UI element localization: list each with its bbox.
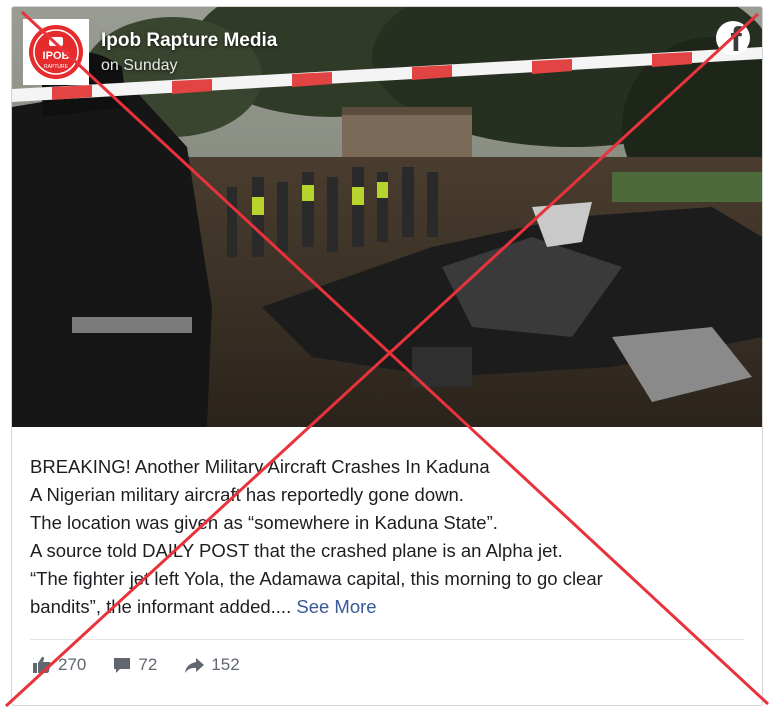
post-line: A Nigerian military aircraft has reporte… — [30, 484, 464, 505]
see-more-link[interactable]: See More — [296, 596, 376, 617]
post-line: The location was given as “somewhere in … — [30, 512, 498, 533]
shares-count-label: 152 — [211, 655, 240, 674]
shares-count[interactable]: 152 — [183, 655, 240, 675]
share-arrow-icon — [185, 658, 205, 673]
page-avatar[interactable]: IPOB RAPTURE — [23, 19, 89, 85]
comments-count-label: 72 — [138, 655, 158, 674]
post-line: bandits”, the informant added.... — [30, 596, 292, 617]
post-line-last: bandits”, the informant added.... See Mo… — [30, 593, 750, 621]
comments-count[interactable]: 72 — [112, 655, 157, 675]
page-name-link[interactable]: Ipob Rapture Media — [101, 30, 277, 52]
post-line: “The fighter jet left Yola, the Adamawa … — [30, 568, 603, 589]
facebook-icon: f — [716, 21, 750, 55]
stats-divider — [30, 639, 744, 640]
avatar-logo-text: IPOB — [43, 50, 70, 62]
post-photo[interactable]: IPOB RAPTURE Ipob Rapture Media on Sunda… — [12, 7, 762, 427]
avatar-logo-subtext: RAPTURE — [44, 64, 69, 70]
reactions-count[interactable]: 270 — [32, 655, 86, 675]
post-line: A source told DAILY POST that the crashe… — [30, 540, 563, 561]
post-header: IPOB RAPTURE Ipob Rapture Media on Sunda… — [23, 17, 277, 87]
post-timestamp[interactable]: on Sunday — [101, 57, 277, 75]
post-body: BREAKING! Another Military Aircraft Cras… — [30, 453, 750, 621]
reactions-count-label: 270 — [58, 655, 87, 674]
comment-icon — [114, 658, 131, 673]
facebook-post-card: IPOB RAPTURE Ipob Rapture Media on Sunda… — [11, 6, 763, 706]
engagement-stats: 270 72 152 — [32, 655, 266, 675]
post-line: BREAKING! Another Military Aircraft Cras… — [30, 456, 490, 477]
page-meta: Ipob Rapture Media on Sunday — [101, 30, 277, 75]
like-thumb-icon — [33, 656, 51, 673]
ipob-logo-icon: IPOB RAPTURE — [29, 25, 83, 79]
